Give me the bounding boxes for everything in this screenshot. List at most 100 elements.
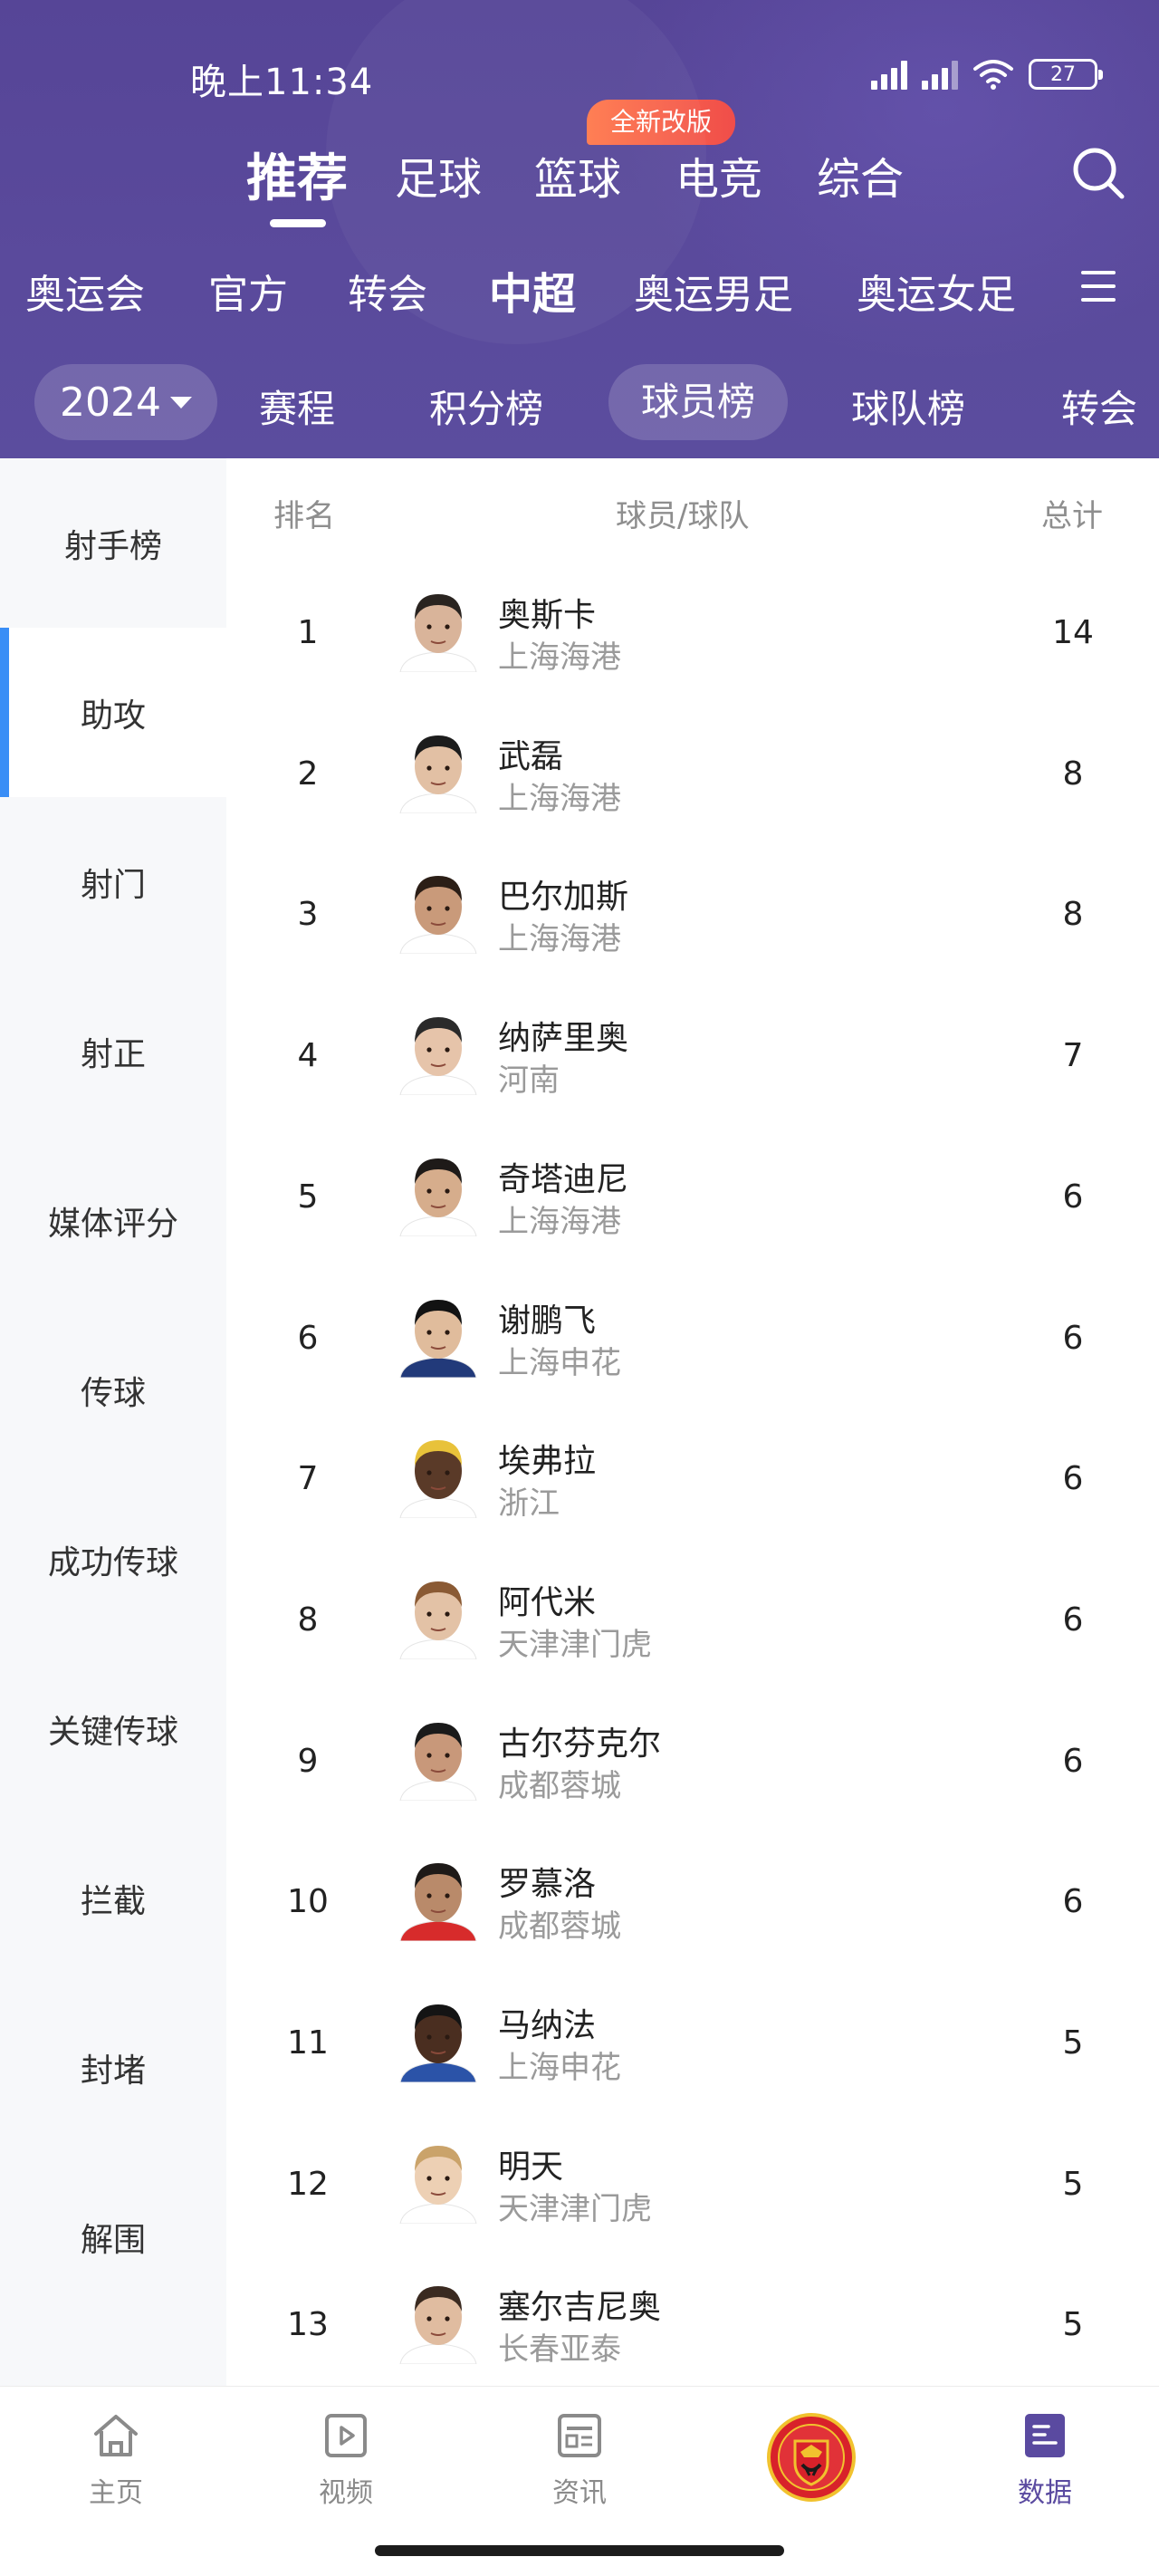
tab-official[interactable]: 官方: [208, 262, 288, 320]
player-team: 天津津门虎: [498, 1626, 652, 1663]
table-row[interactable]: 8 阿代米 天津津门虎 6: [226, 1556, 1159, 1697]
player-team: 浙江: [498, 1485, 560, 1523]
player-name: 阿代米: [498, 1583, 597, 1621]
tab-general[interactable]: 综合: [817, 143, 904, 207]
table-row[interactable]: 5 奇塔迪尼 上海海港 6: [226, 1133, 1159, 1274]
player-team: 上海海港: [498, 1203, 621, 1240]
tab-transfers-sub[interactable]: 转会: [1061, 379, 1137, 434]
player-avatar: [399, 1299, 477, 1378]
home-indicator[interactable]: [375, 2545, 784, 2556]
player-total: 8: [1062, 755, 1084, 793]
search-icon[interactable]: [1070, 145, 1126, 201]
home-icon: [94, 2415, 138, 2456]
tab-recommended[interactable]: 推荐: [246, 138, 348, 211]
category-top-scorers[interactable]: 射手榜: [0, 458, 226, 628]
header-player-team: 球员/球队: [616, 498, 750, 534]
player-name: 罗慕洛: [498, 1866, 597, 1904]
app-header: 晚上11:34 27 推荐 足球 篮球 电竞 综合 全新改版 奥运会 官方 转会…: [0, 0, 1159, 458]
player-avatar: [399, 2004, 477, 2082]
player-name: 明天: [498, 2148, 564, 2186]
category-successful-passes[interactable]: 成功传球: [0, 1475, 226, 1644]
tab-olympic-men-football[interactable]: 奥运男足: [634, 262, 793, 320]
tab-transfers[interactable]: 转会: [348, 262, 427, 320]
player-team: 河南: [498, 1062, 560, 1100]
player-avatar: [399, 594, 477, 672]
nav-news[interactable]: 资讯: [507, 2408, 652, 2510]
tab-football[interactable]: 足球: [395, 143, 482, 207]
category-key-passes[interactable]: 关键传球: [0, 1644, 226, 1813]
player-avatar: [399, 876, 477, 955]
category-interceptions[interactable]: 拦截: [0, 1813, 226, 1983]
tab-csl[interactable]: 中超: [489, 258, 576, 322]
player-team: 长春亚泰: [498, 2331, 621, 2369]
menu-icon[interactable]: [1081, 271, 1119, 303]
table-row[interactable]: 7 埃弗拉 浙江 6: [226, 1415, 1159, 1556]
player-avatar: [399, 1158, 477, 1236]
header-total: 总计: [1041, 498, 1103, 534]
player-team: 成都蓉城: [498, 1908, 621, 1946]
tab-basketball[interactable]: 篮球: [534, 143, 621, 207]
table-row[interactable]: 1 奥斯卡 上海海港 14: [226, 569, 1159, 710]
category-shots-on-target[interactable]: 射正: [0, 966, 226, 1136]
player-team: 天津津门虎: [498, 2190, 652, 2227]
battery-icon: 27: [1029, 59, 1103, 90]
player-name: 马纳法: [498, 2007, 597, 2044]
table-row[interactable]: 12 明天 天津津门虎 5: [226, 2120, 1159, 2262]
player-team: 上海海港: [498, 639, 621, 676]
main-tabs: 推荐 足球 篮球 电竞 综合: [0, 136, 1159, 235]
category-media-rating[interactable]: 媒体评分: [0, 1136, 226, 1305]
category-blocks[interactable]: 封堵: [0, 1983, 226, 2152]
status-time: 晚上11:34: [190, 62, 374, 103]
tab-player-rankings[interactable]: 球员榜: [608, 364, 789, 440]
nav-home[interactable]: 主页: [43, 2408, 188, 2510]
table-row[interactable]: 6 谢鹏飞 上海申花 6: [226, 1274, 1159, 1416]
player-rank: 9: [297, 1742, 319, 1780]
category-shots[interactable]: 射门: [0, 797, 226, 966]
player-rank: 3: [297, 896, 319, 934]
category-assists[interactable]: 助攻: [0, 628, 226, 797]
player-name: 纳萨里奥: [498, 1020, 629, 1058]
sub-tabs: 2024 赛程 积分榜 球员榜 球队榜 转会: [0, 362, 1159, 444]
table-row[interactable]: 13 塞尔吉尼奥长春亚泰 5: [226, 2261, 1159, 2386]
player-total: 14: [1052, 614, 1094, 651]
tab-standings[interactable]: 积分榜: [429, 379, 543, 434]
player-rank: 10: [287, 1883, 329, 1921]
competition-tabs: 奥运会 官方 转会 中超 奥运男足 奥运女足: [0, 258, 1159, 322]
active-tab-indicator: [270, 219, 326, 227]
category-passes[interactable]: 传球: [0, 1305, 226, 1475]
player-rank: 13: [287, 2306, 329, 2344]
table-row[interactable]: 4 纳萨里奥 河南 7: [226, 992, 1159, 1133]
cell-signal-2-icon: [922, 59, 958, 90]
category-clearances[interactable]: 解围: [0, 2152, 226, 2321]
player-name: 古尔芬克尔: [498, 1725, 662, 1763]
nav-video[interactable]: 视频: [273, 2408, 418, 2510]
tab-olympics[interactable]: 奥运会: [25, 262, 145, 320]
table-row[interactable]: 11 马纳法 上海申花 5: [226, 1979, 1159, 2120]
table-row[interactable]: 9 古尔芬克尔 成都蓉城 6: [226, 1697, 1159, 1839]
player-team: 成都蓉城: [498, 1767, 621, 1804]
player-rank: 1: [297, 614, 319, 651]
tab-esports[interactable]: 电竞: [675, 143, 762, 207]
tab-team-rankings[interactable]: 球队榜: [851, 379, 965, 434]
table-row[interactable]: 2 武磊 上海海港 8: [226, 710, 1159, 851]
news-icon: [558, 2414, 601, 2457]
player-avatar: [399, 735, 477, 813]
player-total: 6: [1062, 1319, 1084, 1357]
tab-olympic-women-football[interactable]: 奥运女足: [857, 262, 1016, 320]
player-name: 塞尔吉尼奥: [498, 2289, 662, 2327]
season-select[interactable]: 2024: [34, 364, 217, 440]
tab-schedule[interactable]: 赛程: [259, 379, 335, 434]
nav-data[interactable]: 数据: [972, 2408, 1117, 2510]
player-rank: 5: [297, 1177, 319, 1216]
status-bar: 晚上11:34 27: [0, 45, 1159, 109]
player-team: 上海海港: [498, 780, 621, 817]
table-row[interactable]: 3 巴尔加斯 上海海港 8: [226, 851, 1159, 992]
player-total: 5: [1062, 2306, 1084, 2344]
player-total: 6: [1062, 1883, 1084, 1921]
club-crest-icon: [767, 2413, 856, 2502]
player-rank: 2: [297, 755, 319, 793]
nav-club[interactable]: [739, 2412, 884, 2503]
table-row[interactable]: 10 罗慕洛成都蓉城 6: [226, 1838, 1159, 1979]
player-total: 5: [1062, 2165, 1084, 2203]
player-avatar: [399, 2286, 477, 2365]
